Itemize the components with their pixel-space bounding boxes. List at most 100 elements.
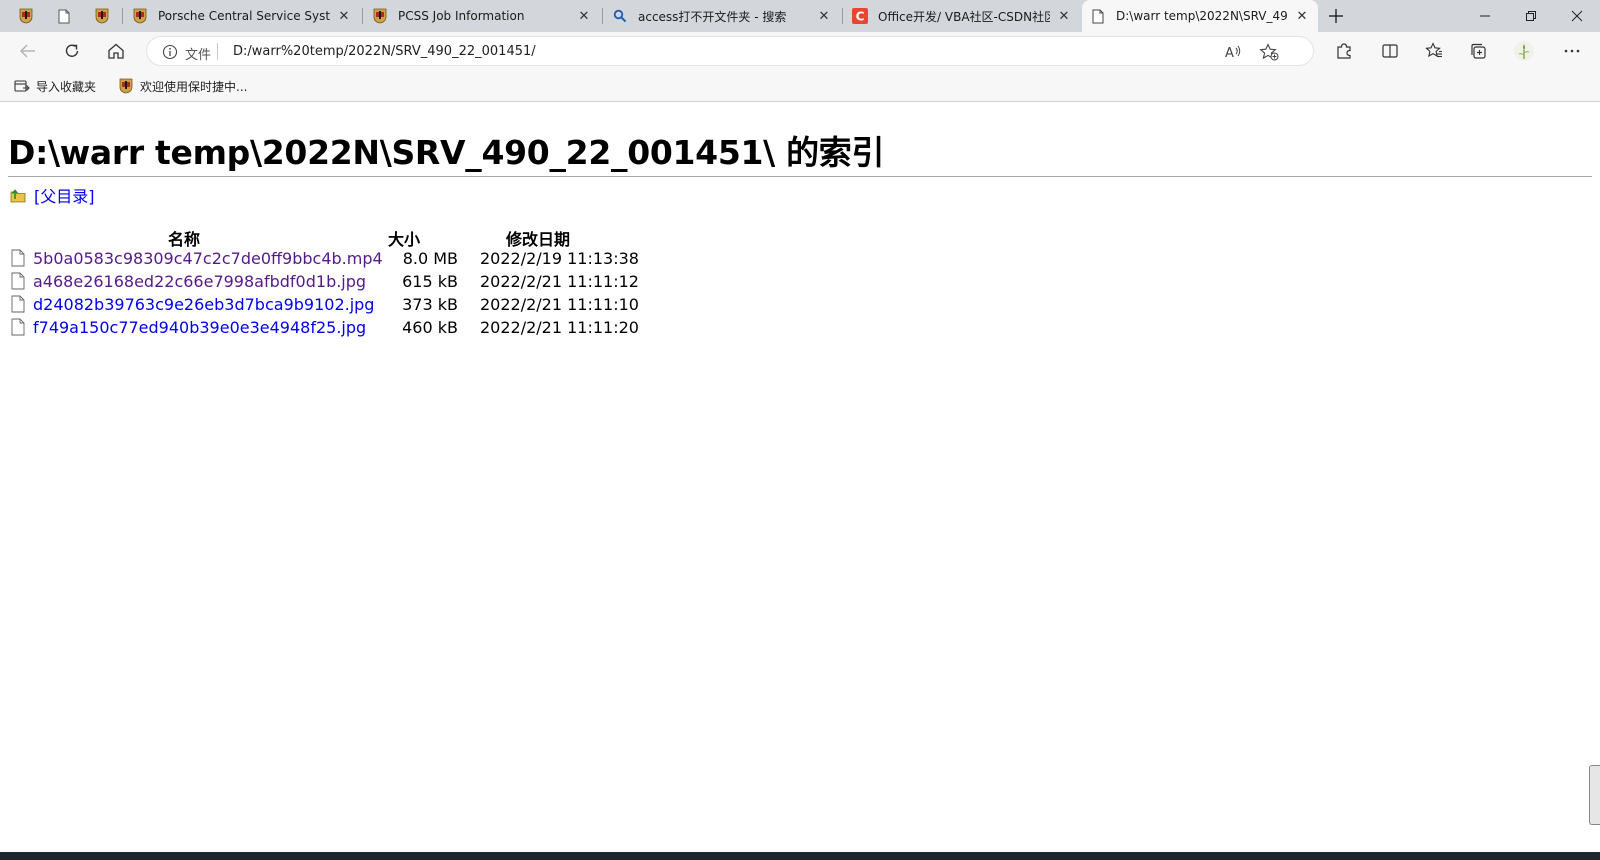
plus-icon [1329,9,1343,23]
minimize-icon [1480,15,1490,17]
csdn-icon: C [852,8,868,24]
tab-label: Office开发/ VBA社区-CSDN社区云 [878,9,1050,24]
table-row: a468e26168ed22c66e7998afbdf0d1b.jpg 615 … [10,271,650,293]
back-button[interactable] [12,35,44,67]
favorites-star-icon [1425,42,1442,58]
puzzle-icon [1337,43,1351,59]
file-icon [11,318,25,336]
info-icon[interactable] [161,43,179,61]
new-tab-button[interactable] [1322,4,1350,28]
file-modified-date: 2022/2/21 11:11:10 [480,295,639,314]
home-icon [108,43,124,59]
add-favorite-icon[interactable] [1259,42,1279,62]
tab-label: PCSS Job Information [398,9,525,23]
back-arrow-icon [20,44,35,58]
close-icon[interactable]: ✕ [576,8,592,24]
restore-button[interactable] [1508,0,1554,32]
file-size: 460 kB [402,318,458,337]
pinned-tab-porsche[interactable] [10,0,42,32]
column-header-modified[interactable]: 修改日期 [506,226,570,250]
favorite-import[interactable]: 导入收藏夹 [14,76,96,96]
file-icon [11,249,25,267]
parent-directory-label[interactable]: [父目录] [34,183,95,207]
tab-label: access打不开文件夹 - 搜索 [638,9,787,24]
close-icon[interactable]: ✕ [1294,8,1310,24]
page-title: D:\warr temp\2022N\SRV_490_22_001451\ 的索… [8,133,885,172]
favorites-button[interactable] [1418,35,1450,67]
refresh-button[interactable] [56,35,88,67]
split-screen-icon [1382,44,1398,58]
settings-menu-button[interactable] [1556,35,1588,67]
file-size: 615 kB [402,272,458,291]
file-size: 373 kB [402,295,458,314]
close-icon[interactable]: ✕ [816,8,832,24]
table-row: d24082b39763c9e26eb3d7bca9b9102.jpg 373 … [10,294,650,316]
folder-up-icon [10,189,26,203]
divider [8,176,1592,177]
pinned-tab-page[interactable] [48,0,80,32]
tab-directory-active[interactable]: D:\warr temp\2022N\SRV_490_22_001451\ ✕ [1082,0,1318,32]
file-icon [11,272,25,290]
table-row: 5b0a0583c98309c47c2c7de0ff9bbc4b.mp4 8.0… [10,248,650,270]
tab-strip: Porsche Central Service System ✕ PCSS Jo… [0,0,1600,32]
favorite-porsche-welcome[interactable]: 欢迎使用保时捷中... [118,76,247,96]
svg-text:A: A [1225,46,1234,60]
window-close-button[interactable] [1554,0,1600,32]
collections-button[interactable] [1462,35,1494,67]
column-header-name[interactable]: 名称 [168,226,200,250]
porsche-crest-icon [373,8,387,24]
file-scheme-label: 文件 [185,48,212,63]
file-link[interactable]: f749a150c77ed940b39e0e3e4948f25.jpg [33,318,366,337]
avatar [1514,41,1534,61]
column-header-size[interactable]: 大小 [388,226,420,250]
scrollbar-thumb[interactable] [1589,765,1600,825]
close-icon[interactable]: ✕ [1056,8,1072,24]
restore-icon [1526,11,1536,21]
favorites-bar: 导入收藏夹 欢迎使用保时捷中... [0,70,1600,102]
browser-window: Porsche Central Service System ✕ PCSS Jo… [0,0,1600,860]
favorite-label: 导入收藏夹 [36,79,97,94]
pinned-tab-porsche-2[interactable] [86,0,118,32]
svg-text:C: C [856,10,865,24]
file-modified-date: 2022/2/19 11:13:38 [480,249,639,268]
collections-icon [1471,43,1486,59]
read-aloud-icon[interactable]: A [1223,42,1243,62]
extensions-button[interactable] [1328,35,1360,67]
file-link[interactable]: 5b0a0583c98309c47c2c7de0ff9bbc4b.mp4 [33,249,383,268]
porsche-crest-icon [95,8,109,24]
import-favorites-icon [14,80,30,92]
file-icon [11,295,25,313]
table-row: f749a150c77ed940b39e0e3e4948f25.jpg 460 … [10,317,650,339]
file-link[interactable]: a468e26168ed22c66e7998afbdf0d1b.jpg [33,272,366,291]
porsche-crest-icon [119,78,133,94]
porsche-crest-icon [19,8,33,24]
tab-label: Porsche Central Service System [158,9,330,23]
home-button[interactable] [100,35,132,67]
file-modified-date: 2022/2/21 11:11:20 [480,318,639,337]
tab-label: D:\warr temp\2022N\SRV_490_22_001451\ [1116,9,1288,23]
tab-csdn[interactable]: C Office开发/ VBA社区-CSDN社区云 ✕ [844,0,1080,32]
address-bar[interactable]: 文件 D:/warr%20temp/2022N/SRV_490_22_00145… [146,36,1314,66]
browser-toolbar: 文件 D:/warr%20temp/2022N/SRV_490_22_00145… [0,32,1600,70]
porsche-crest-icon [133,8,147,24]
file-size: 8.0 MB [402,249,458,268]
file-link[interactable]: d24082b39763c9e26eb3d7bca9b9102.jpg [33,295,374,314]
favorite-label: 欢迎使用保时捷中... [140,79,248,94]
tab-pcss-job[interactable]: PCSS Job Information ✕ [364,0,600,32]
taskbar-strip [0,852,1600,860]
parent-directory-link[interactable]: [父目录] [10,184,95,206]
page-content: D:\warr temp\2022N\SRV_490_22_001451\ 的索… [0,102,1600,852]
profile-button[interactable] [1508,35,1540,67]
page-icon [1092,9,1104,23]
close-icon[interactable]: ✕ [336,8,352,24]
url-text[interactable]: D:/warr%20temp/2022N/SRV_490_22_001451/ [233,44,536,59]
file-modified-date: 2022/2/21 11:11:12 [480,272,639,291]
search-icon [613,9,627,23]
split-screen-button[interactable] [1374,35,1406,67]
tab-porsche-central[interactable]: Porsche Central Service System ✕ [124,0,360,32]
page-icon [58,9,70,23]
tab-search[interactable]: access打不开文件夹 - 搜索 ✕ [604,0,840,32]
minimize-button[interactable] [1462,0,1508,32]
refresh-icon [65,44,79,57]
close-icon [1571,10,1583,22]
